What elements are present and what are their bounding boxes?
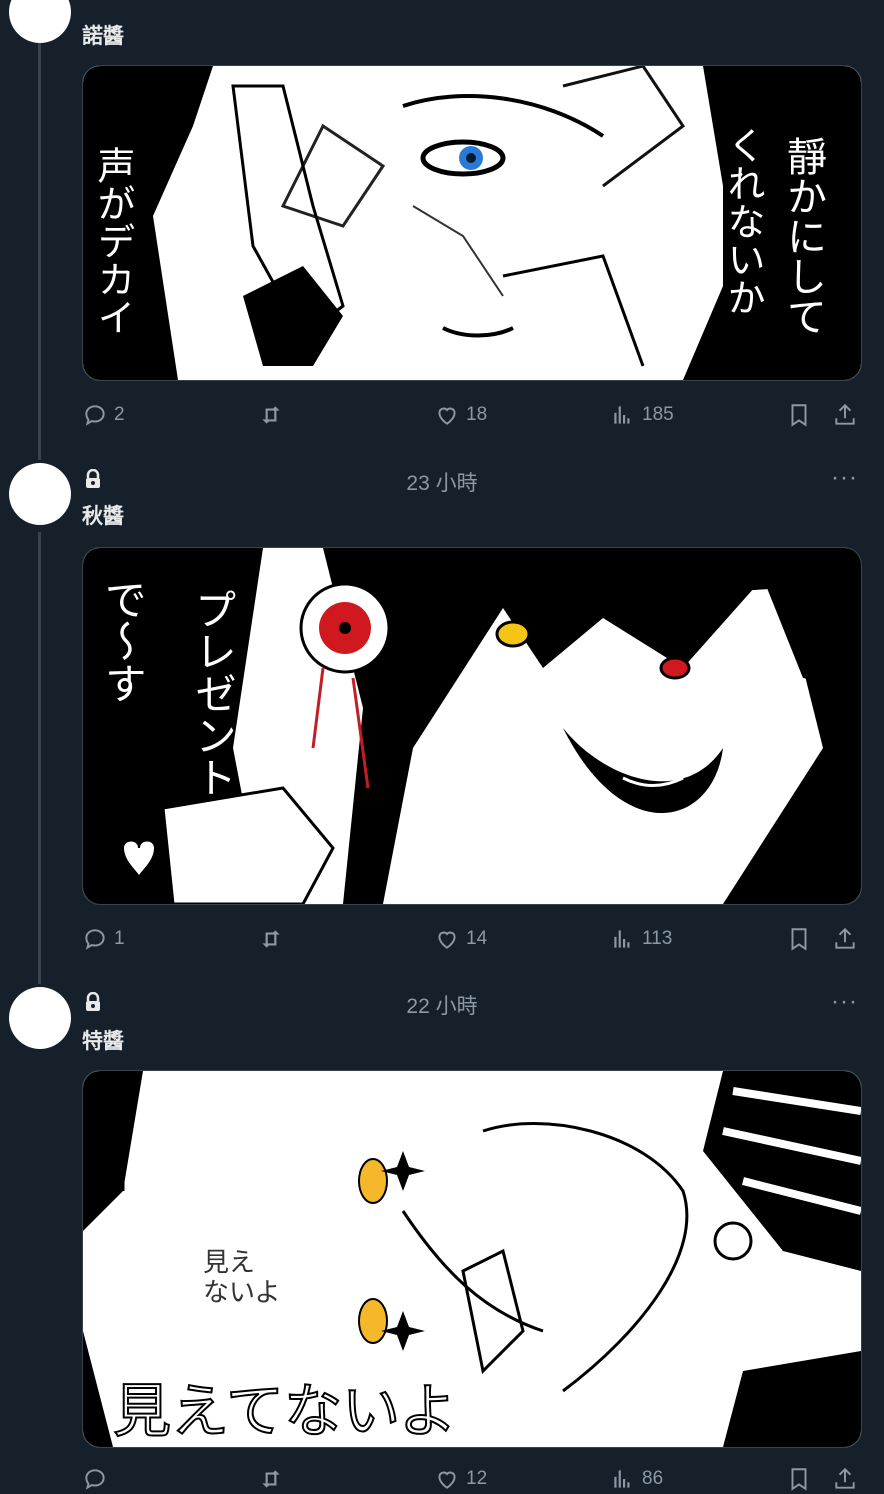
views-button[interactable]: 185 xyxy=(610,400,674,430)
reply-button[interactable]: 2 xyxy=(82,400,125,430)
author-name[interactable]: 特醬 xyxy=(82,1025,124,1055)
view-count: 185 xyxy=(642,404,674,425)
thread-line xyxy=(38,532,41,984)
reply-count: 2 xyxy=(114,404,125,425)
share-icon xyxy=(835,403,855,425)
retweet-icon xyxy=(262,930,280,948)
view-count: 86 xyxy=(642,1468,664,1489)
tweet-actions: 12 86 xyxy=(82,1464,862,1494)
bookmark-button[interactable] xyxy=(786,924,812,954)
like-button[interactable]: 18 xyxy=(434,400,487,430)
heart-icon xyxy=(438,1471,456,1489)
like-count: 18 xyxy=(466,404,488,425)
illustration: 靜かにして くれないか 声がデカイ xyxy=(83,66,861,380)
bookmark-icon xyxy=(791,928,807,951)
heart-icon xyxy=(438,931,456,949)
media-text: くれないか xyxy=(721,126,765,316)
author-name[interactable]: 秋醬 xyxy=(82,500,124,530)
reply-icon xyxy=(85,1469,105,1490)
illustration: 見え ないよ 見えてないよ xyxy=(83,1071,861,1447)
bookmark-button[interactable] xyxy=(786,400,812,430)
media-text: プレゼント xyxy=(189,588,238,798)
share-button[interactable] xyxy=(832,924,858,954)
avatar[interactable] xyxy=(9,0,71,43)
retweet-button[interactable] xyxy=(258,924,290,954)
bookmark-button[interactable] xyxy=(786,1464,812,1494)
retweet-button[interactable] xyxy=(258,400,290,430)
retweet-button[interactable] xyxy=(258,1464,290,1494)
media-text: 声がデカイ xyxy=(91,146,135,336)
thread-line xyxy=(38,40,41,460)
bookmark-icon xyxy=(791,1468,807,1491)
share-icon xyxy=(835,1467,855,1489)
views-icon xyxy=(614,1470,630,1488)
like-button[interactable]: 12 xyxy=(434,1464,487,1494)
media-text: 見え xyxy=(203,1248,255,1278)
reply-button[interactable] xyxy=(82,1464,114,1494)
like-button[interactable]: 14 xyxy=(434,924,487,954)
media-text: で〜す xyxy=(99,578,148,704)
illustration: プレゼント で〜す xyxy=(83,548,861,904)
tweet-actions: 1 14 113 xyxy=(82,924,862,954)
reply-icon xyxy=(85,405,105,426)
tweet-actions: 2 18 185 xyxy=(82,400,862,430)
share-button[interactable] xyxy=(832,400,858,430)
view-count: 113 xyxy=(642,928,673,949)
tweet-image[interactable]: 靜かにして くれないか 声がデカイ xyxy=(82,65,862,381)
media-text: 見えてないよ xyxy=(113,1377,457,1445)
timestamp[interactable]: 23 小時 xyxy=(0,467,884,497)
more-options-button[interactable]: ··· xyxy=(831,988,858,1016)
share-icon xyxy=(835,927,855,949)
views-button[interactable]: 113 xyxy=(610,924,672,954)
retweet-icon xyxy=(262,1470,280,1488)
like-count: 14 xyxy=(466,928,488,949)
views-button[interactable]: 86 xyxy=(610,1464,663,1494)
views-icon xyxy=(614,930,630,948)
share-button[interactable] xyxy=(832,1464,858,1494)
reply-button[interactable]: 1 xyxy=(82,924,125,954)
like-count: 12 xyxy=(466,1468,488,1489)
timestamp[interactable]: 22 小時 xyxy=(0,990,884,1020)
media-text: 靜かにして xyxy=(780,136,826,336)
media-text: ないよ xyxy=(203,1278,280,1308)
author-name[interactable]: 諾醬 xyxy=(82,20,124,50)
tweet-image[interactable]: プレゼント で〜す xyxy=(82,547,862,905)
reply-count: 1 xyxy=(114,928,125,949)
bookmark-icon xyxy=(791,404,807,427)
retweet-icon xyxy=(262,406,280,424)
reply-icon xyxy=(85,929,105,950)
more-options-button[interactable]: ··· xyxy=(831,464,858,492)
heart-icon xyxy=(438,407,456,425)
views-icon xyxy=(614,406,630,424)
tweet-image[interactable]: 見え ないよ 見えてないよ xyxy=(82,1070,862,1448)
